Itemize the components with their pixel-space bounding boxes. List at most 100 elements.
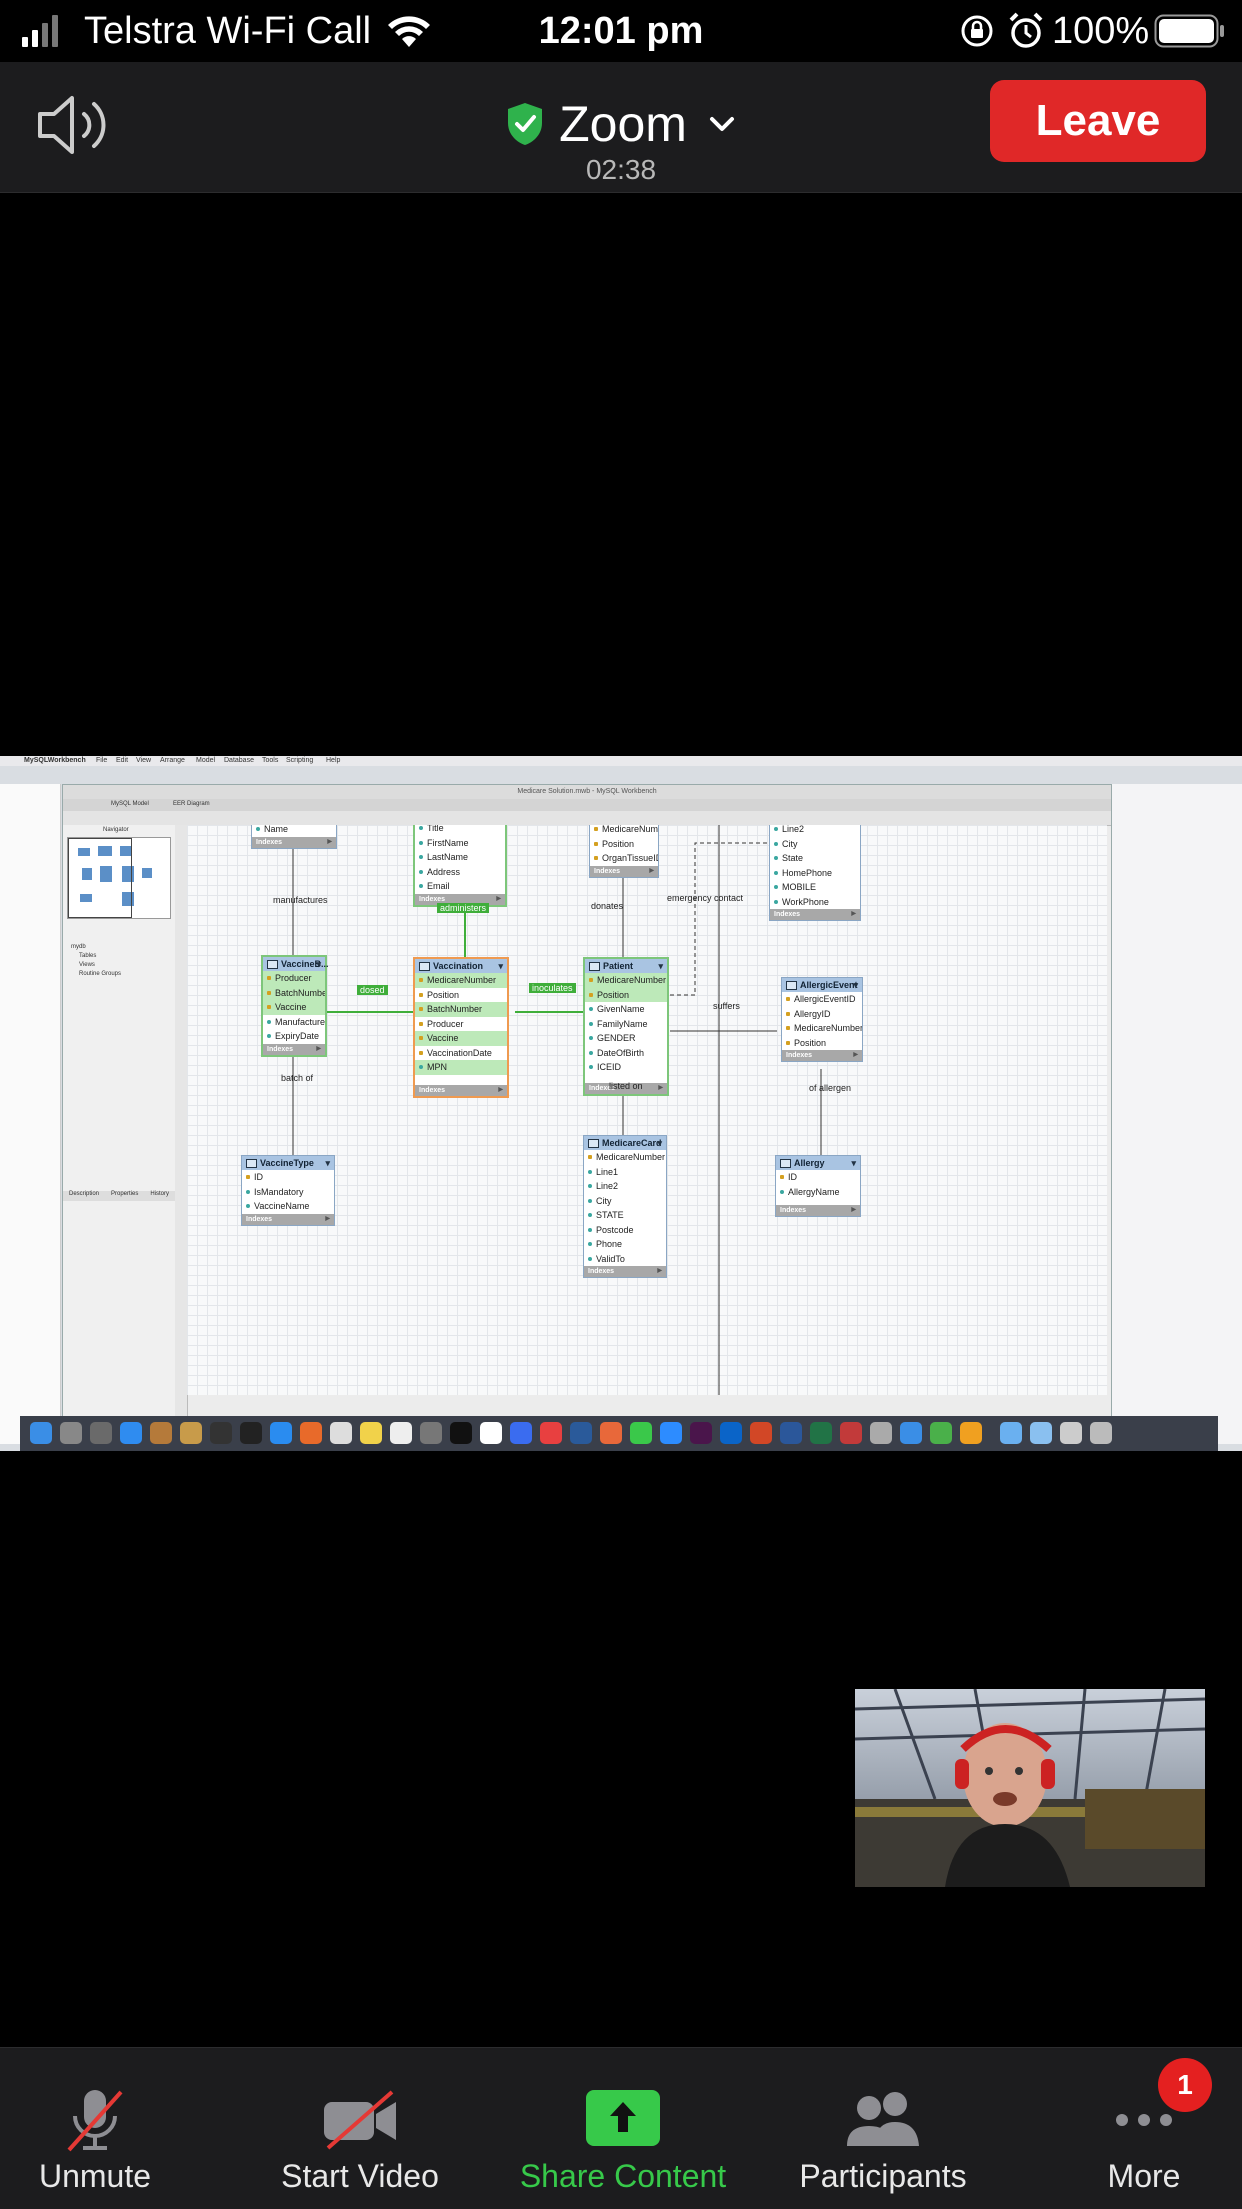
table-name: Patient (585, 959, 667, 973)
table-allergic-event[interactable]: AllergicEvent AllergicEventID AllergyID … (781, 977, 863, 1062)
start-video-label: Start Video (281, 2158, 439, 2194)
column-row: City (584, 1194, 666, 1209)
column-row: Phone (584, 1237, 666, 1252)
shared-screen: MySQLWorkbench File Edit View Arrange Mo… (0, 756, 1242, 1451)
column-row: Email (415, 879, 505, 894)
table-name: VaccineB... (263, 957, 329, 971)
column-row: Name (252, 825, 336, 837)
video-camera-off-icon (324, 2090, 396, 2150)
participant-video-thumbnail[interactable] (855, 1689, 1205, 1887)
column-row: Postcode (584, 1223, 666, 1238)
column-row: MedicareNumber (585, 973, 667, 988)
column-row: City (770, 837, 860, 852)
participants-icon (847, 2092, 919, 2146)
column-row: BatchNumber (263, 985, 325, 1000)
mac-menu-item: Scripting (286, 757, 314, 764)
column-row: AllergyID (782, 1007, 862, 1022)
tab-mysql-model[interactable]: MySQL Model (111, 801, 149, 807)
share-screen-icon (586, 2090, 660, 2146)
mac-menu-item: Help (326, 757, 341, 764)
mac-menu-item: Arrange (160, 757, 185, 764)
indexes-section[interactable]: Indexes (252, 836, 336, 848)
share-content-button[interactable]: Share Content (516, 2048, 730, 2209)
relationship-lines (292, 825, 822, 1395)
column-row: ExpiryDate (263, 1029, 325, 1044)
table-patient[interactable]: Patient MedicareNumber Position GivenNam… (583, 957, 669, 1096)
table-name: VaccineType (242, 1156, 334, 1170)
participants-button[interactable]: Participants (788, 2048, 978, 2209)
table-allergy[interactable]: Allergy ID AllergyName Indexes (775, 1155, 861, 1217)
tab-eer-diagram[interactable]: EER Diagram (173, 801, 210, 807)
start-video-button[interactable]: Start Video (260, 2048, 460, 2209)
column-row: Title (415, 825, 505, 836)
column-row: Address (415, 865, 505, 880)
mac-menu-item: File (96, 757, 108, 764)
relationship-label[interactable]: dosed (357, 985, 388, 995)
tab-history[interactable]: History (150, 1191, 169, 1201)
column-row: Producer (263, 971, 325, 986)
relationship-label[interactable]: donates (591, 901, 623, 911)
tab-description[interactable]: Description (69, 1191, 99, 1201)
table-medicare-card[interactable]: MedicareCard MedicareNumber Line1 Line2 … (583, 1135, 667, 1278)
sidebar-bottom-tabs: Description Properties History (63, 1191, 175, 1201)
table-contact[interactable]: Line2 City State HomePhone MOBILE WorkPh… (769, 825, 861, 921)
table-vaccine-batch[interactable]: VaccineB... Producer BatchNumber Vaccine… (261, 955, 329, 1057)
alarm-icon (1009, 12, 1043, 48)
mac-menu-item: Tools (262, 757, 279, 764)
tree-item[interactable]: mydb (71, 943, 121, 952)
leave-button[interactable]: Leave (990, 80, 1206, 162)
column-row: FamilyName (585, 1017, 667, 1032)
table-vaccination[interactable]: Vaccination MedicareNumber Position Batc… (413, 957, 509, 1098)
indexes-section[interactable]: Indexes (776, 1205, 860, 1216)
column-row: WorkPhone (770, 895, 860, 910)
column-row: STATE (584, 1208, 666, 1223)
relationship-label[interactable]: listed on (609, 1081, 643, 1091)
chevron-down-icon (709, 117, 734, 131)
indexes-section[interactable]: Indexes (415, 1084, 507, 1096)
column-row: GENDER (585, 1031, 667, 1046)
tree-item[interactable]: Routine Groups (71, 970, 121, 979)
workbench-window-title: Medicare Solution.mwb - MySQL Workbench (63, 785, 1111, 799)
table-manufacturer[interactable]: Name Indexes (251, 825, 337, 849)
indexes-section[interactable]: Indexes (584, 1266, 666, 1277)
more-button[interactable]: More 1 (1064, 2048, 1224, 2209)
relationship-label[interactable]: batch of (281, 1073, 313, 1083)
indexes-section[interactable]: Indexes (590, 865, 658, 877)
relationship-label[interactable]: emergency contact (667, 893, 743, 903)
indexes-section[interactable]: Indexes (263, 1043, 325, 1055)
column-row: ValidTo (584, 1252, 666, 1267)
relationship-label[interactable]: suffers (713, 1001, 740, 1011)
column-row: Line2 (770, 825, 860, 837)
relationship-label[interactable]: manufactures (273, 895, 328, 905)
workbench-toolbar (63, 811, 1111, 826)
tree-item[interactable]: Tables (71, 952, 121, 961)
notification-badge: 1 (1158, 2058, 1212, 2112)
workbench-tabs: MySQL Model EER Diagram (63, 799, 1111, 811)
indexes-section[interactable]: Indexes (770, 909, 860, 920)
eer-diagram-canvas[interactable]: Name Indexes Title FirstName LastName Ad… (187, 825, 1107, 1395)
column-row: OrganTissueID (590, 851, 658, 866)
mac-menu-bar: MySQLWorkbench File Edit View Arrange Mo… (0, 756, 1242, 766)
column-row: ICEID (585, 1060, 667, 1075)
table-vaccine-type[interactable]: VaccineType ID IsMandatory VaccineName I… (241, 1155, 335, 1226)
table-organ[interactable]: MedicareNumber Position OrganTissueID In… (589, 825, 659, 878)
participants-label: Participants (799, 2158, 967, 2194)
tree-item[interactable]: Views (71, 961, 121, 970)
meeting-header: Zoom 02:38 Leave (0, 62, 1242, 193)
battery-icon (1154, 14, 1224, 48)
navigator-minimap[interactable] (67, 837, 171, 919)
meeting-title: Zoom (559, 96, 687, 152)
share-content-label: Share Content (519, 2158, 727, 2194)
table-person[interactable]: Title FirstName LastName Address Email I… (413, 825, 507, 907)
relationship-label[interactable]: administers (437, 903, 490, 913)
indexes-section[interactable]: Indexes (782, 1050, 862, 1061)
relationship-label[interactable]: inoculates (529, 983, 576, 993)
unmute-button[interactable]: Unmute (0, 2048, 190, 2209)
column-row: Position (590, 837, 658, 852)
relationship-label[interactable]: of allergen (809, 1083, 851, 1093)
tab-properties[interactable]: Properties (111, 1191, 138, 1201)
mac-menu-item: Database (224, 757, 254, 764)
column-row: AllergyName (776, 1185, 860, 1200)
indexes-section[interactable]: Indexes (242, 1213, 334, 1225)
meeting-controls-toolbar: Unmute Start Video Share Content Partici… (0, 2047, 1242, 2209)
